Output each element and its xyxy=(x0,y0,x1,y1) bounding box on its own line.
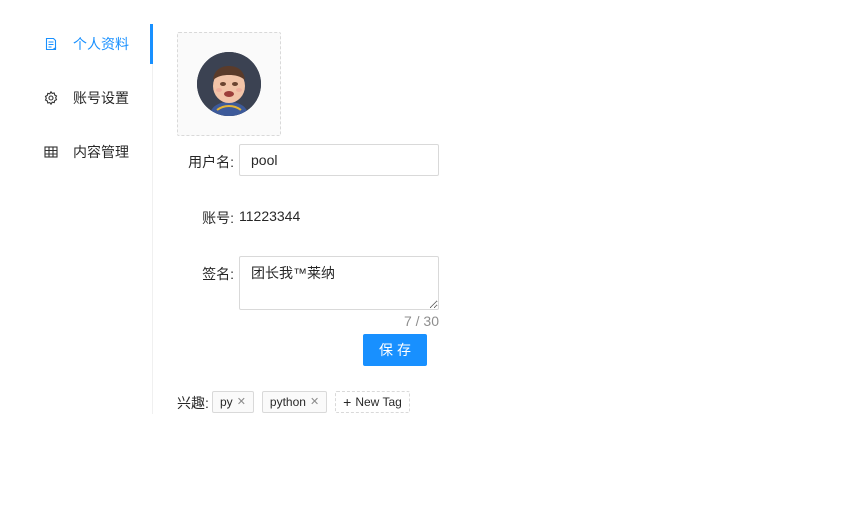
sidebar-item-label: 个人资料 xyxy=(73,36,129,52)
close-icon[interactable]: ✕ xyxy=(310,392,319,412)
profile-icon xyxy=(44,37,58,51)
tag-py: py ✕ xyxy=(212,391,254,413)
save-button[interactable]: 保存 xyxy=(363,334,427,366)
account-label: 账号: xyxy=(202,210,234,226)
interest-tags: py ✕ python ✕ + New Tag xyxy=(212,391,410,413)
signature-textarea[interactable]: 团长我™莱纳 xyxy=(239,256,439,310)
interests-label: 兴趣: xyxy=(177,395,209,411)
tag-python: python ✕ xyxy=(261,391,328,413)
new-tag-label: New Tag xyxy=(355,395,402,409)
sidebar-item-label: 账号设置 xyxy=(73,90,129,106)
sidebar-item-profile[interactable]: 个人资料 xyxy=(0,24,153,64)
avatar-upload[interactable] xyxy=(177,32,281,136)
tag-label: python xyxy=(269,395,306,409)
username-label: 用户名: xyxy=(188,154,234,170)
new-tag-button[interactable]: + New Tag xyxy=(335,391,410,413)
signature-counter: 7 / 30 xyxy=(403,313,439,329)
sidebar-item-label: 内容管理 xyxy=(73,144,129,160)
username-input[interactable] xyxy=(239,144,439,176)
profile-page: 个人资料 账号设置 内容管理 用户名: pool 账号: 11223344 签名… xyxy=(0,0,849,505)
close-icon[interactable]: ✕ xyxy=(237,392,246,412)
account-value: 11223344 xyxy=(239,208,301,224)
signature-label: 签名: xyxy=(202,266,234,282)
sidebar-item-account-settings[interactable]: 账号设置 xyxy=(0,78,152,118)
plus-icon: + xyxy=(343,394,352,410)
table-icon xyxy=(44,145,58,159)
gear-icon xyxy=(44,91,58,105)
avatar xyxy=(197,52,261,116)
sidebar-menu: 个人资料 账号设置 内容管理 xyxy=(0,24,153,414)
sidebar-item-content-management[interactable]: 内容管理 xyxy=(0,132,152,172)
tag-label: py xyxy=(220,395,233,409)
